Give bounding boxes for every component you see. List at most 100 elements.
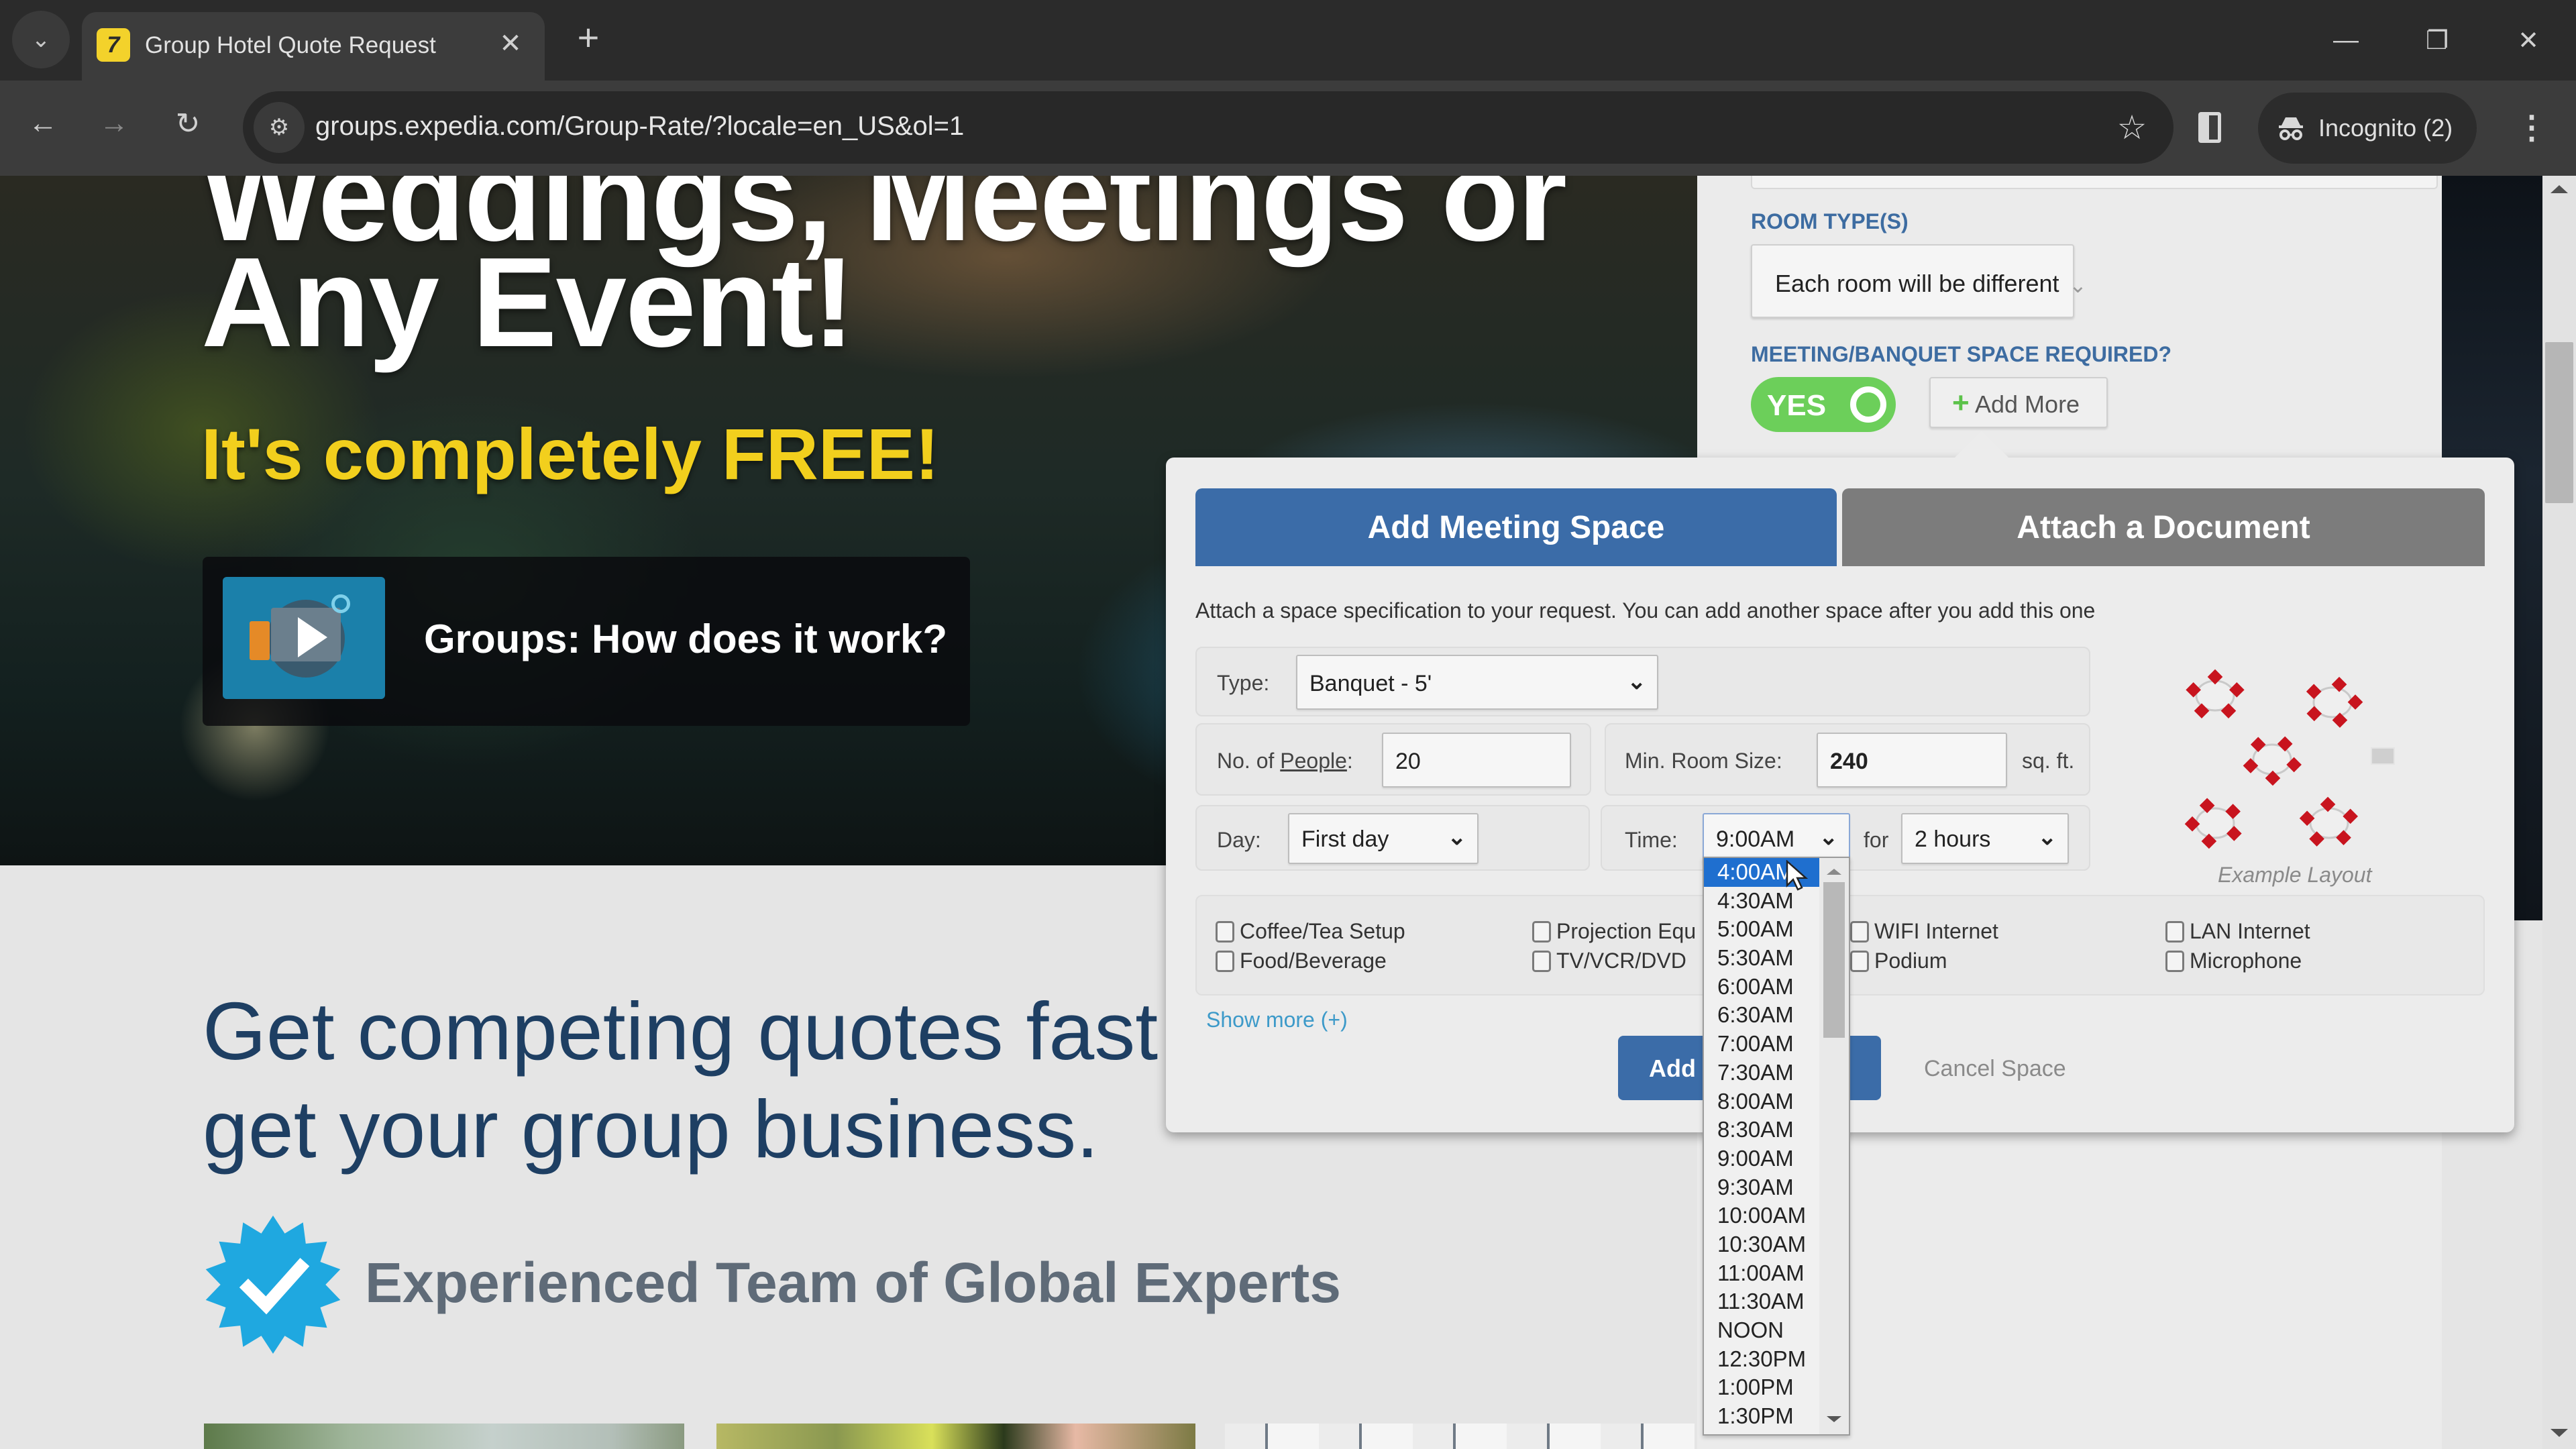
browser-menu-button[interactable]: ⋮ <box>2508 103 2556 152</box>
bookmark-button[interactable]: ☆ <box>2110 106 2153 149</box>
example-layout-image <box>2184 669 2363 849</box>
address-bar[interactable]: ⚙ groups.expedia.com/Group-Rate/?locale=… <box>243 91 2174 164</box>
time-option[interactable]: 10:00AM <box>1704 1201 1819 1230</box>
dropdown-scrollbar-thumb[interactable] <box>1823 882 1845 1038</box>
tab-group-hotel-quote[interactable]: 7 Group Hotel Quote Request ✕ <box>82 12 545 80</box>
room-types-select[interactable]: Each room will be different ⌄ <box>1751 244 2087 318</box>
time-dropdown-list[interactable]: 4:00AM 4:30AM 5:00AM 5:30AM 6:00AM 6:30AM 7:00… <box>1703 857 1850 1436</box>
site-info-button[interactable]: ⚙ <box>254 102 305 153</box>
amenity-wifi[interactable]: WIFI Internet <box>1850 919 1998 944</box>
amenity-food-beverage[interactable]: Food/Beverage <box>1216 949 1387 973</box>
checkbox[interactable] <box>2165 950 2184 972</box>
people-label-prefix: No. of <box>1217 749 1281 773</box>
cancel-space-link[interactable]: Cancel Space <box>1924 1056 2066 1082</box>
url-text[interactable]: groups.expedia.com/Group-Rate/?locale=en… <box>315 111 964 142</box>
how-it-works-video[interactable]: Groups: How does it work? <box>203 557 970 726</box>
page-scrollbar[interactable] <box>2542 176 2576 1449</box>
checkbox[interactable] <box>1532 920 1551 943</box>
new-tab-button[interactable]: + <box>569 16 608 58</box>
tab-attach-document[interactable]: Attach a Document <box>1842 488 2485 566</box>
amenity-lan[interactable]: LAN Internet <box>2165 919 2310 944</box>
checkbox[interactable] <box>1216 920 1234 943</box>
amenity-tv-vcr-dvd[interactable]: TV/VCR/DVD <box>1532 949 1686 973</box>
time-option[interactable]: 8:30AM <box>1704 1116 1819 1144</box>
scroll-up-arrow-icon[interactable] <box>2551 185 2568 193</box>
previous-field[interactable] <box>1751 176 2438 189</box>
reload-icon: ↻ <box>175 107 201 140</box>
time-option[interactable]: 5:30AM <box>1704 944 1819 973</box>
tab-strip: ⌄ 7 Group Hotel Quote Request ✕ + — ❐ ✕ <box>0 0 2576 80</box>
room-size-field-group: Min. Room Size: 240 sq. ft. <box>1605 723 2090 796</box>
amenity-podium[interactable]: Podium <box>1850 949 1947 973</box>
video-title[interactable]: Groups: How does it work? <box>424 616 947 662</box>
scroll-up-arrow-icon[interactable] <box>1827 869 1841 875</box>
chevron-down-icon: ⌄ <box>31 27 51 52</box>
time-option[interactable]: 9:30AM <box>1704 1173 1819 1202</box>
video-thumbnail[interactable] <box>223 577 385 699</box>
restore-button[interactable]: ❐ <box>2407 13 2467 67</box>
day-field-group: Day: First day ⌄ <box>1195 805 1590 871</box>
room-size-input[interactable]: 240 <box>1817 733 2007 788</box>
incognito-label: Incognito (2) <box>2318 114 2453 142</box>
star-icon: ☆ <box>2116 109 2147 146</box>
time-option[interactable]: 7:00AM <box>1704 1030 1819 1059</box>
time-option[interactable]: 11:30AM <box>1704 1287 1819 1316</box>
reload-button[interactable]: ↻ <box>164 99 212 148</box>
chevron-down-icon: ⌄ <box>1819 824 1839 850</box>
tune-icon: ⚙ <box>268 115 290 140</box>
side-panel-button[interactable] <box>2186 103 2234 152</box>
checkbox[interactable] <box>1532 950 1551 972</box>
show-more-link[interactable]: Show more (+) <box>1206 1008 1348 1032</box>
type-select[interactable]: Banquet - 5' ⌄ <box>1296 655 1658 710</box>
toggle-knob <box>1850 386 1886 423</box>
meeting-space-toggle[interactable]: YES <box>1751 377 1896 432</box>
scroll-down-arrow-icon[interactable] <box>1827 1416 1841 1422</box>
time-option[interactable]: 5:00AM <box>1704 915 1819 944</box>
room-size-unit: sq. ft. <box>2022 749 2075 773</box>
duration-select[interactable]: 2 hours ⌄ <box>1901 813 2069 864</box>
tab-search-button[interactable]: ⌄ <box>12 11 70 68</box>
restore-icon: ❐ <box>2425 26 2449 55</box>
time-option[interactable]: 6:30AM <box>1704 1001 1819 1030</box>
time-option[interactable]: 10:30AM <box>1704 1230 1819 1259</box>
type-field-group: Type: Banquet - 5' ⌄ <box>1195 647 2090 716</box>
plus-icon: + <box>1952 386 1970 419</box>
back-button[interactable]: ← <box>19 99 67 148</box>
amenity-microphone[interactable]: Microphone <box>2165 949 2302 973</box>
time-option[interactable]: 9:00AM <box>1704 1144 1819 1173</box>
time-option[interactable]: 6:00AM <box>1704 973 1819 1002</box>
day-select[interactable]: First day ⌄ <box>1288 813 1479 864</box>
tab-add-meeting-space[interactable]: Add Meeting Space <box>1195 488 1837 566</box>
amenity-projection[interactable]: Projection Equ <box>1532 919 1696 944</box>
checkbox[interactable] <box>1850 950 1869 972</box>
time-option[interactable]: 1:30PM <box>1704 1402 1819 1431</box>
time-label: Time: <box>1625 828 1678 852</box>
layout-toggle-handle[interactable] <box>2371 747 2395 765</box>
scroll-down-arrow-icon[interactable] <box>2551 1429 2568 1437</box>
room-types-value: Each room will be different <box>1775 270 2059 297</box>
people-help-link[interactable]: People <box>1280 749 1347 773</box>
checkbox[interactable] <box>1850 920 1869 943</box>
close-tab-button[interactable]: ✕ <box>494 27 527 60</box>
time-option[interactable]: NOON <box>1704 1316 1819 1345</box>
people-field-group: No. of People: 20 <box>1195 723 1591 796</box>
hero-heading-line-2: Any Event! <box>201 231 855 374</box>
dropdown-scrollbar[interactable] <box>1819 858 1849 1434</box>
checkbox[interactable] <box>1216 950 1234 972</box>
amenity-coffee-tea[interactable]: Coffee/Tea Setup <box>1216 919 1405 944</box>
scrollbar-thumb[interactable] <box>2545 342 2573 503</box>
close-window-button[interactable]: ✕ <box>2498 13 2559 67</box>
forward-button[interactable]: → <box>90 99 138 148</box>
minimize-button[interactable]: — <box>2316 13 2376 67</box>
forward-arrow-icon: → <box>99 107 129 140</box>
checkbox[interactable] <box>2165 920 2184 943</box>
incognito-profile-button[interactable]: Incognito (2) <box>2258 93 2477 164</box>
people-input[interactable]: 20 <box>1382 733 1571 788</box>
time-option[interactable]: 1:00PM <box>1704 1373 1819 1402</box>
time-option[interactable]: 12:30PM <box>1704 1345 1819 1374</box>
experts-heading: Experienced Team of Global Experts <box>365 1251 1341 1314</box>
time-option[interactable]: 7:30AM <box>1704 1059 1819 1087</box>
time-option[interactable]: 11:00AM <box>1704 1259 1819 1288</box>
time-option[interactable]: 8:00AM <box>1704 1087 1819 1116</box>
add-more-button[interactable]: + Add More <box>1929 377 2108 428</box>
